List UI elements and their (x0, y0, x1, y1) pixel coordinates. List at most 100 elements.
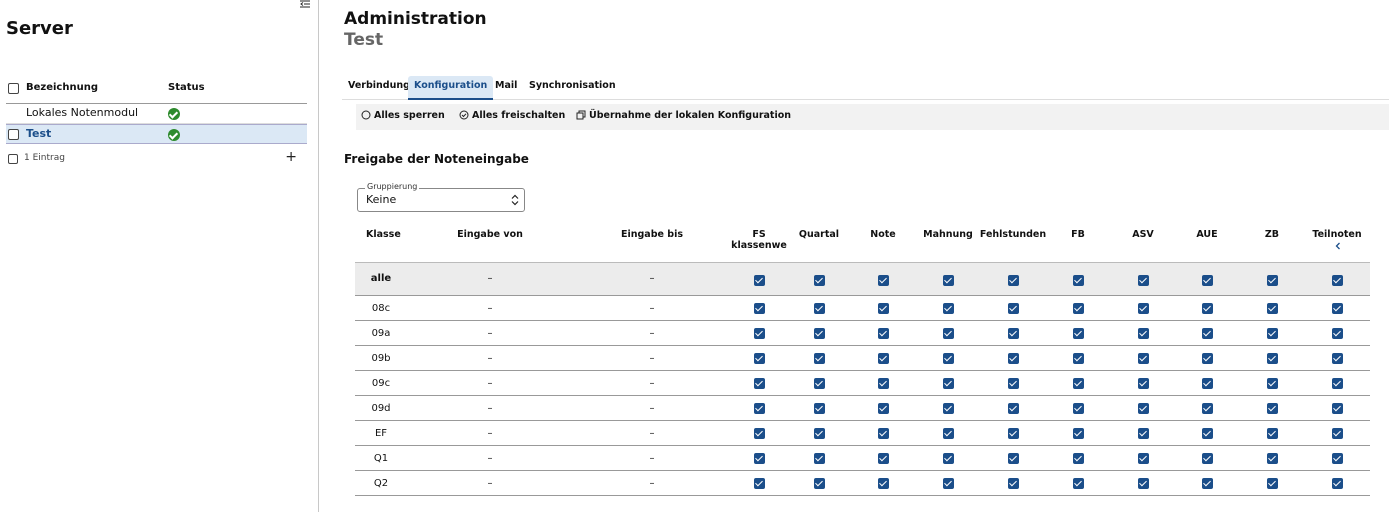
checkbox-quartal[interactable] (813, 303, 825, 314)
checkbox-zb[interactable] (1266, 453, 1278, 464)
checkbox-note[interactable] (877, 353, 889, 364)
checkbox-aue[interactable] (1201, 453, 1213, 464)
row-checkbox[interactable] (8, 129, 19, 140)
checkbox-fb[interactable] (1072, 353, 1084, 364)
checkbox-fs-klassenwe[interactable] (753, 453, 765, 464)
tab-konfiguration[interactable]: Konfiguration (408, 76, 494, 100)
checkbox-note[interactable] (877, 274, 889, 286)
checkbox-fehlstunden[interactable] (1007, 478, 1019, 489)
checkbox-asv[interactable] (1137, 453, 1149, 464)
checkbox-mahnung[interactable] (942, 274, 954, 286)
checkbox-mahnung[interactable] (942, 453, 954, 464)
checkbox-asv[interactable] (1137, 328, 1149, 339)
checkbox-asv[interactable] (1137, 378, 1149, 389)
checkbox-fehlstunden[interactable] (1007, 353, 1019, 364)
checkbox-teilnoten[interactable] (1331, 353, 1343, 364)
checkbox-zb[interactable] (1266, 353, 1278, 364)
checkbox-teilnoten[interactable] (1331, 428, 1343, 439)
checkbox-aue[interactable] (1201, 328, 1213, 339)
checkbox-quartal[interactable] (813, 328, 825, 339)
checkbox-quartal[interactable] (813, 274, 825, 286)
checkbox-fehlstunden[interactable] (1007, 274, 1019, 286)
header-note[interactable]: Note (848, 229, 918, 240)
add-server-button[interactable]: + (285, 149, 297, 165)
checkbox-zb[interactable] (1266, 428, 1278, 439)
checkbox-teilnoten[interactable] (1331, 403, 1343, 414)
header-eingabe-von[interactable]: Eingabe von (450, 229, 530, 240)
column-bezeichnung[interactable]: Bezeichnung (26, 82, 98, 93)
checkbox-fs-klassenwe[interactable] (753, 328, 765, 339)
checkbox-teilnoten[interactable] (1331, 303, 1343, 314)
checkbox-zb[interactable] (1266, 274, 1278, 286)
checkbox-fs-klassenwe[interactable] (753, 428, 765, 439)
checkbox-aue[interactable] (1201, 303, 1213, 314)
tab-mail[interactable]: Mail (489, 76, 523, 100)
checkbox-mahnung[interactable] (942, 478, 954, 489)
checkbox-fehlstunden[interactable] (1007, 378, 1019, 389)
checkbox-mahnung[interactable] (942, 403, 954, 414)
header-mahnung[interactable]: Mahnung (913, 229, 983, 240)
adopt-local-config-button[interactable]: Übernahme der lokalen Konfiguration (576, 110, 791, 121)
header-aue[interactable]: AUE (1172, 229, 1242, 240)
checkbox-fehlstunden[interactable] (1007, 428, 1019, 439)
checkbox-aue[interactable] (1201, 274, 1213, 286)
header-klasse[interactable]: Klasse (366, 229, 401, 240)
checkbox-note[interactable] (877, 453, 889, 464)
checkbox-aue[interactable] (1201, 353, 1213, 364)
checkbox-fb[interactable] (1072, 428, 1084, 439)
checkbox-asv[interactable] (1137, 353, 1149, 364)
checkbox-fb[interactable] (1072, 274, 1084, 286)
chevron-left-icon[interactable] (1334, 242, 1342, 250)
grouping-select[interactable]: Gruppierung Keine (357, 182, 525, 212)
checkbox-fb[interactable] (1072, 478, 1084, 489)
checkbox-fb[interactable] (1072, 328, 1084, 339)
checkbox-zb[interactable] (1266, 328, 1278, 339)
checkbox-teilnoten[interactable] (1331, 274, 1343, 286)
checkbox-mahnung[interactable] (942, 428, 954, 439)
checkbox-fs-klassenwe[interactable] (753, 378, 765, 389)
checkbox-fs-klassenwe[interactable] (753, 274, 765, 286)
checkbox-fehlstunden[interactable] (1007, 328, 1019, 339)
checkbox-asv[interactable] (1137, 428, 1149, 439)
header-fehlstunden[interactable]: Fehlstunden (978, 229, 1048, 240)
header-quartal[interactable]: Quartal (784, 229, 854, 240)
header-zb[interactable]: ZB (1237, 229, 1307, 240)
server-row-lokal[interactable]: Lokales Notenmodul (6, 104, 307, 124)
checkbox-mahnung[interactable] (942, 328, 954, 339)
checkbox-teilnoten[interactable] (1331, 453, 1343, 464)
lock-all-button[interactable]: Alles sperren (361, 110, 445, 121)
checkbox-note[interactable] (877, 328, 889, 339)
checkbox-fs-klassenwe[interactable] (753, 353, 765, 364)
checkbox-aue[interactable] (1201, 478, 1213, 489)
checkbox-note[interactable] (877, 403, 889, 414)
checkbox-quartal[interactable] (813, 428, 825, 439)
checkbox-fs-klassenwe[interactable] (753, 403, 765, 414)
checkbox-aue[interactable] (1201, 378, 1213, 389)
checkbox-fb[interactable] (1072, 453, 1084, 464)
checkbox-zb[interactable] (1266, 478, 1278, 489)
header-eingabe-bis[interactable]: Eingabe bis (612, 229, 692, 240)
server-row-test[interactable]: Test (6, 124, 307, 144)
select-all-checkbox[interactable] (8, 83, 19, 94)
header-asv[interactable]: ASV (1108, 229, 1178, 240)
checkbox-asv[interactable] (1137, 478, 1149, 489)
checkbox-quartal[interactable] (813, 453, 825, 464)
checkbox-fehlstunden[interactable] (1007, 453, 1019, 464)
checkbox-mahnung[interactable] (942, 353, 954, 364)
checkbox-fs-klassenwe[interactable] (753, 303, 765, 314)
collapse-sidebar-icon[interactable] (299, 0, 311, 10)
unlock-all-button[interactable]: Alles freischalten (459, 110, 565, 121)
tab-verbindung[interactable]: Verbindung (342, 76, 416, 100)
checkbox-note[interactable] (877, 378, 889, 389)
checkbox-asv[interactable] (1137, 274, 1149, 286)
footer-checkbox[interactable] (8, 154, 18, 164)
checkbox-mahnung[interactable] (942, 378, 954, 389)
checkbox-teilnoten[interactable] (1331, 378, 1343, 389)
checkbox-note[interactable] (877, 303, 889, 314)
checkbox-quartal[interactable] (813, 353, 825, 364)
header-teilnoten[interactable]: Teilnoten (1302, 229, 1372, 240)
checkbox-fb[interactable] (1072, 303, 1084, 314)
checkbox-teilnoten[interactable] (1331, 478, 1343, 489)
checkbox-quartal[interactable] (813, 478, 825, 489)
checkbox-fehlstunden[interactable] (1007, 403, 1019, 414)
